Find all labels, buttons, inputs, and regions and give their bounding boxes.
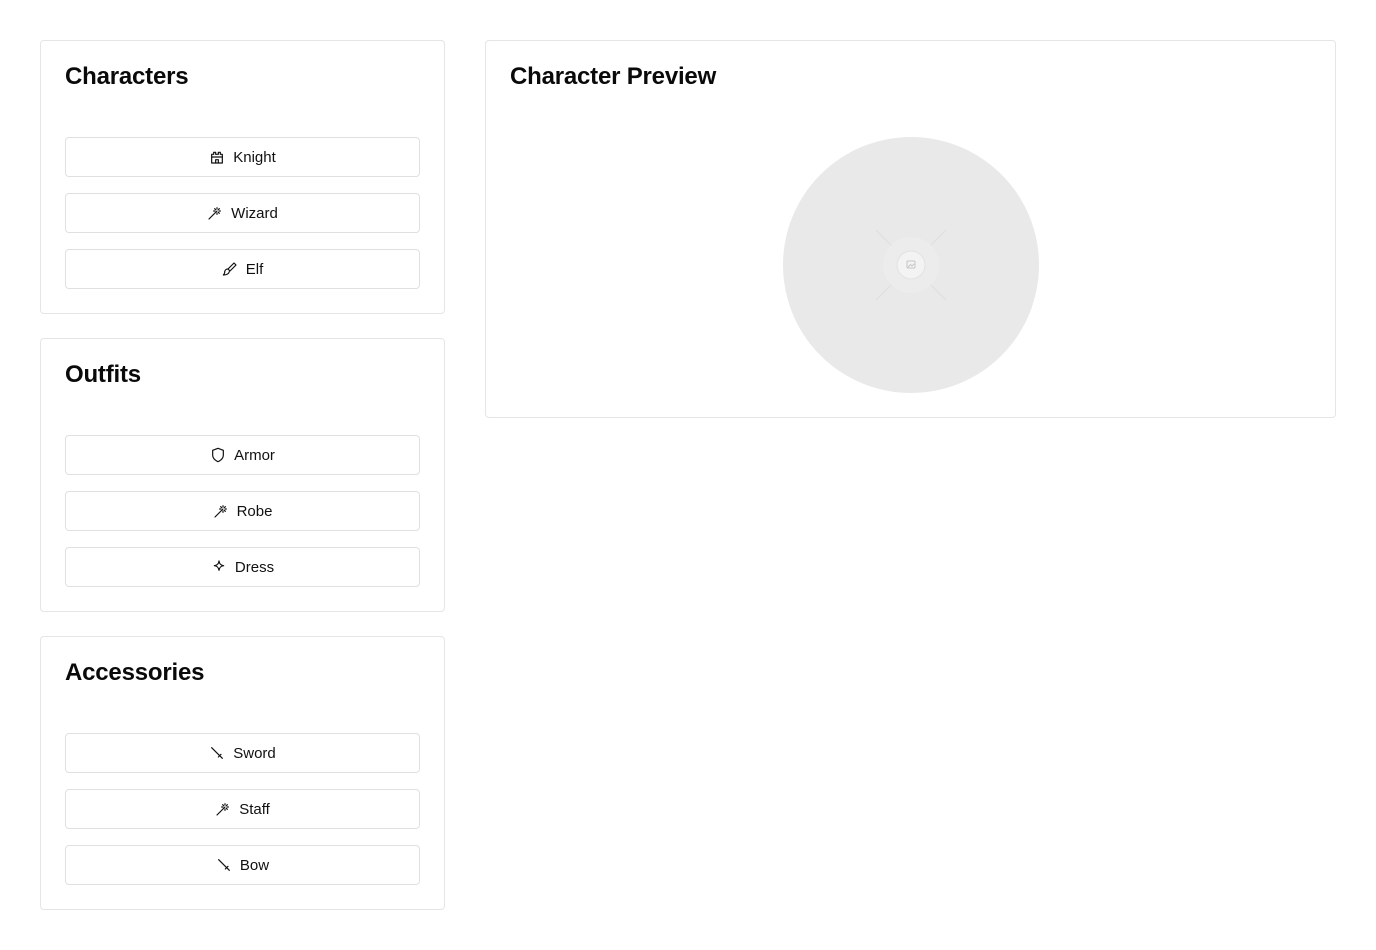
staff-button[interactable]: Staff — [65, 789, 420, 829]
dress-label: Dress — [234, 558, 275, 576]
elf-label: Elf — [245, 260, 264, 278]
castle-icon — [209, 149, 225, 165]
dress-button[interactable]: Dress — [65, 547, 420, 587]
wizard-button[interactable]: Wizard — [65, 193, 420, 233]
sparkle-icon — [211, 559, 227, 575]
sword-icon — [209, 745, 225, 761]
magic-wand-icon — [207, 205, 223, 221]
bow-label: Bow — [239, 856, 270, 874]
outfits-title: Outfits — [65, 361, 141, 388]
sword-button[interactable]: Sword — [65, 733, 420, 773]
wizard-label: Wizard — [231, 204, 278, 222]
knight-button[interactable]: Knight — [65, 137, 420, 177]
outfits-panel: Outfits Armor Robe Dress — [40, 338, 445, 612]
magic-wand-icon — [213, 503, 229, 519]
sword-label: Sword — [233, 744, 276, 762]
accessories-panel: Accessories Sword Staff Bow — [40, 636, 445, 910]
knight-label: Knight — [233, 148, 276, 166]
armor-button[interactable]: Armor — [65, 435, 420, 475]
character-preview-title: Character Preview — [510, 63, 717, 90]
paintbrush-icon — [222, 261, 238, 277]
characters-panel: Characters Knight Wizard Elf — [40, 40, 445, 314]
robe-label: Robe — [236, 502, 273, 520]
sword-icon — [216, 857, 232, 873]
shield-icon — [210, 447, 226, 463]
character-preview-panel: Character Preview — [485, 40, 1336, 418]
accessories-title: Accessories — [65, 659, 205, 686]
magic-wand-icon — [215, 801, 231, 817]
characters-title: Characters — [65, 63, 189, 90]
armor-label: Armor — [234, 446, 275, 464]
staff-label: Staff — [239, 800, 270, 818]
robe-button[interactable]: Robe — [65, 491, 420, 531]
bow-button[interactable]: Bow — [65, 845, 420, 885]
page: Characters Knight Wizard Elf Outfits Arm… — [0, 0, 1376, 950]
character-preview-image — [783, 137, 1039, 393]
broken-image-icon — [875, 229, 947, 301]
elf-button[interactable]: Elf — [65, 249, 420, 289]
